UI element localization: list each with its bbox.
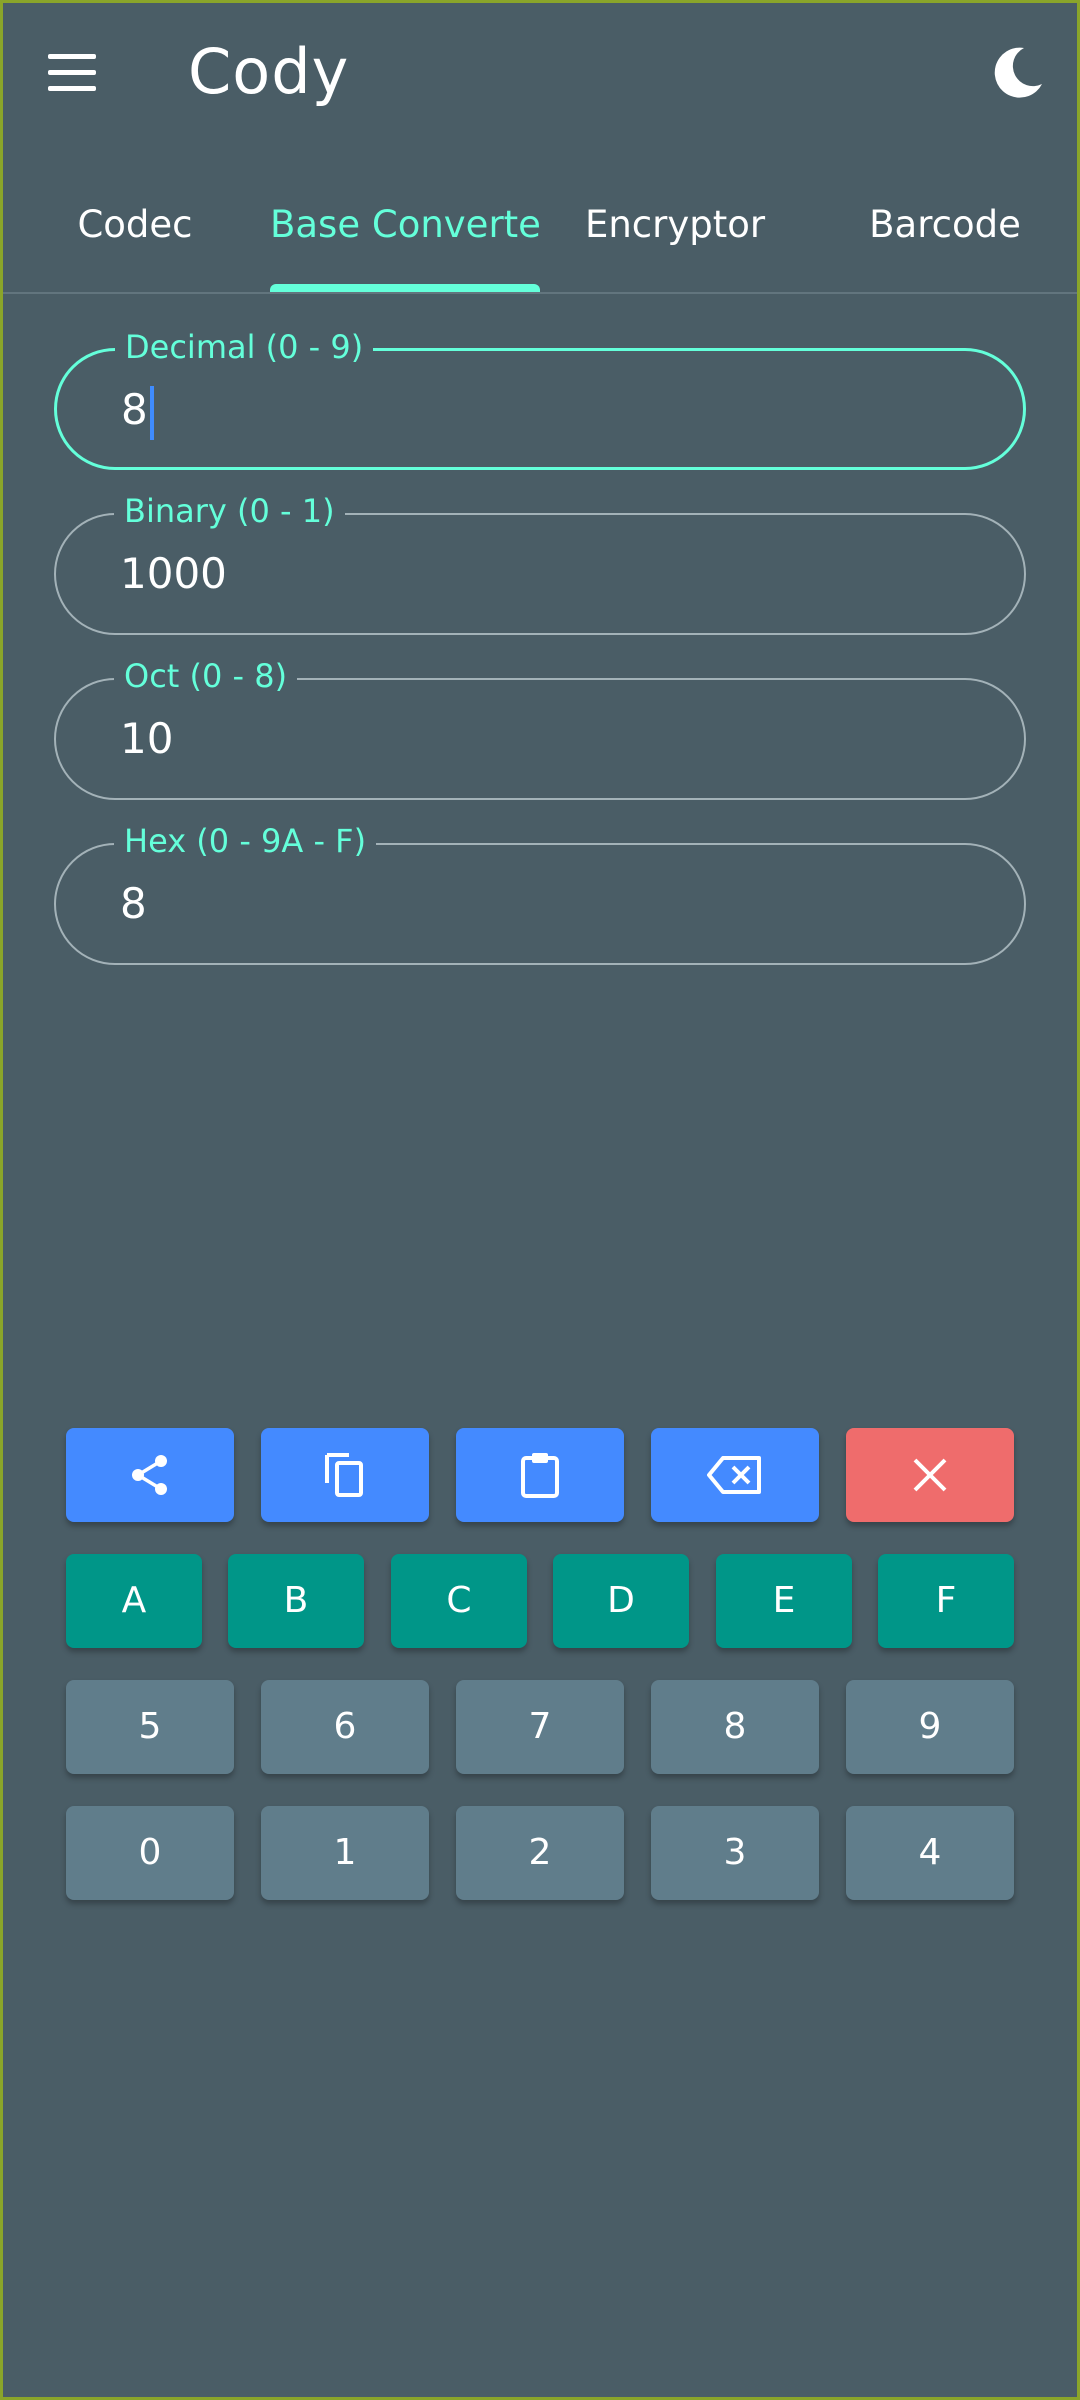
key-9[interactable]: 9 [846,1680,1014,1774]
key-6[interactable]: 6 [261,1680,429,1774]
key-f[interactable]: F [878,1554,1014,1648]
binary-field-value: 1000 [120,549,227,598]
decimal-field[interactable]: Decimal (0 - 9) 8 [54,321,1026,470]
tab-barcode[interactable]: Barcode [810,180,1080,290]
octal-field[interactable]: Oct (0 - 8) 10 [54,650,1026,800]
clear-button[interactable] [846,1428,1014,1522]
copy-button[interactable] [261,1428,429,1522]
share-button[interactable] [66,1428,234,1522]
key-8[interactable]: 8 [651,1680,819,1774]
active-tab-indicator [270,284,540,292]
tab-bar: Codec Base Converter Encryptor Barcode [0,180,1080,294]
close-icon [913,1458,947,1492]
decimal-field-label: Decimal (0 - 9) [115,321,374,373]
key-2[interactable]: 2 [456,1806,624,1900]
tab-base-converter[interactable]: Base Converter [270,180,540,290]
decimal-field-value-wrap: 8 [121,351,154,469]
text-caret [149,385,154,440]
hex-field[interactable]: Hex (0 - 9A - F) 8 [54,815,1026,965]
octal-field-value: 10 [120,714,174,763]
menu-icon[interactable] [48,52,98,92]
key-0[interactable]: 0 [66,1806,234,1900]
key-d[interactable]: D [553,1554,689,1648]
key-1[interactable]: 1 [261,1806,429,1900]
backspace-icon [707,1456,761,1494]
hex-field-label: Hex (0 - 9A - F) [114,815,377,867]
binary-field[interactable]: Binary (0 - 1) 1000 [54,485,1026,635]
key-b[interactable]: B [228,1554,364,1648]
key-e[interactable]: E [716,1554,852,1648]
copy-icon [325,1453,363,1497]
key-3[interactable]: 3 [651,1806,819,1900]
key-a[interactable]: A [66,1554,202,1648]
clipboard-icon [521,1453,559,1498]
key-c[interactable]: C [391,1554,527,1648]
app-title: Cody [188,35,350,108]
key-4[interactable]: 4 [846,1806,1014,1900]
paste-button[interactable] [456,1428,624,1522]
backspace-button[interactable] [651,1428,819,1522]
tab-encryptor[interactable]: Encryptor [540,180,810,290]
decimal-field-value: 8 [121,385,148,434]
key-5[interactable]: 5 [66,1680,234,1774]
tab-codec[interactable]: Codec [0,180,270,290]
share-icon [132,1455,167,1495]
key-7[interactable]: 7 [456,1680,624,1774]
app-bar: Cody [0,0,1080,150]
hex-field-value: 8 [120,879,147,928]
moon-icon[interactable] [990,44,1046,100]
